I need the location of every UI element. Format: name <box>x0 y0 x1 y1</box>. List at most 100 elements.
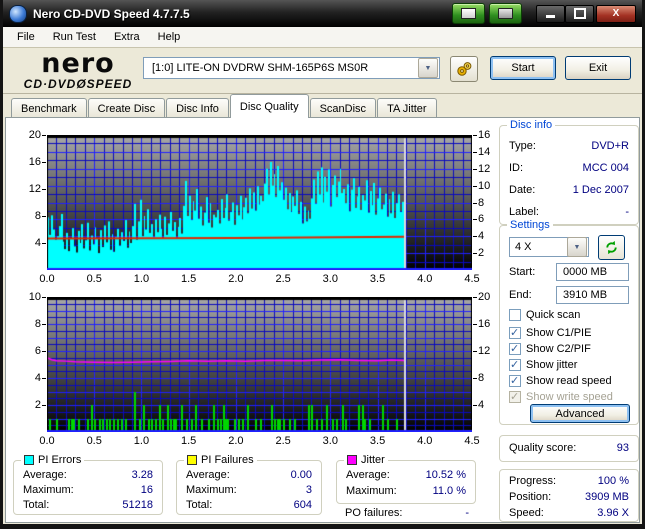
refresh-button[interactable] <box>598 235 625 260</box>
jitter-title: Jitter <box>361 454 385 466</box>
tab-disc-info[interactable]: Disc Info <box>166 98 229 118</box>
maximize-button[interactable] <box>565 4 594 23</box>
axis-tick <box>473 168 477 170</box>
disc-date-value: 1 Dec 2007 <box>572 184 629 196</box>
axis-tick <box>42 243 46 244</box>
axis-tick-label: 0.5 <box>86 273 102 285</box>
axis-tick <box>473 219 477 221</box>
axis-tick <box>473 324 477 325</box>
menu-run-test[interactable]: Run Test <box>45 29 104 45</box>
axis-tick-label: 4 <box>34 372 41 384</box>
axis-tick-label: 4 <box>34 237 41 249</box>
stat-label: Maximum: <box>346 485 397 497</box>
checkbox-icon <box>509 342 521 355</box>
pi-errors-title: PI Errors <box>38 454 82 466</box>
checkbox-show-write-speed: Show write speed <box>509 390 613 404</box>
menu-extra[interactable]: Extra <box>106 29 148 45</box>
axis-tick-label: 8 <box>34 318 41 330</box>
stat-value: 604 <box>293 499 312 511</box>
quality-score-box: Quality score: 93 <box>499 435 639 462</box>
stat-label: Maximum: <box>23 484 74 496</box>
capture-window-button[interactable] <box>452 3 485 24</box>
checkbox-show-c2-pif[interactable]: Show C2/PIF <box>509 342 591 356</box>
tab-create-disc[interactable]: Create Disc <box>87 98 166 118</box>
app-window: Nero CD-DVD Speed 4.7.7.5 X File Run Tes… <box>0 0 645 529</box>
close-button[interactable]: X <box>596 4 636 23</box>
axis-tick <box>473 405 477 406</box>
tab-strip: Benchmark Create Disc Disc Info Disc Qua… <box>3 94 642 118</box>
axis-tick-label: 2 <box>34 399 41 411</box>
axis-tick-label: 3.0 <box>322 273 338 285</box>
axis-tick <box>473 151 477 153</box>
scan-speed-value: 4 X <box>515 241 532 253</box>
checkbox-show-c1-pie[interactable]: Show C1/PIE <box>509 326 591 340</box>
disc-label-value: - <box>625 206 629 218</box>
axis-tick-label: 8 <box>34 210 41 222</box>
save-disk-icon <box>498 8 513 19</box>
axis-tick-label: 0.5 <box>86 435 102 447</box>
checkbox-icon <box>509 374 521 387</box>
pi-errors-stats-box: PI Errors Average: 3.28 Maximum: 16 Total:… <box>13 454 163 515</box>
tab-scandisc[interactable]: ScanDisc <box>309 98 377 118</box>
end-mb-input[interactable] <box>556 286 629 304</box>
checkbox-icon <box>509 358 521 371</box>
stat-value: 11.0 % <box>432 485 466 497</box>
scan-speed-dropdown[interactable]: 4 X ▼ <box>509 237 589 257</box>
chevron-down-icon[interactable]: ▼ <box>567 237 587 257</box>
axis-tick <box>42 324 46 325</box>
axis-tick-label: 10 <box>28 291 41 303</box>
menu-help[interactable]: Help <box>150 29 189 45</box>
start-mb-input[interactable] <box>556 263 629 281</box>
pi-failures-jitter-chart <box>47 297 472 432</box>
menu-bar: File Run Test Extra Help <box>3 27 642 48</box>
app-icon <box>9 4 27 23</box>
advanced-button[interactable]: Advanced <box>530 404 630 423</box>
tab-ta-jitter[interactable]: TA Jitter <box>377 98 437 118</box>
options-button[interactable] <box>450 56 478 82</box>
stat-label: Total: <box>23 499 50 511</box>
disc-info-title: Disc info <box>507 119 556 131</box>
axis-tick-label: 3.5 <box>369 273 386 285</box>
disc-type-value: DVD+R <box>591 140 629 152</box>
pi-failures-title: PI Failures <box>201 454 254 466</box>
position-value: 3909 MB <box>584 491 629 503</box>
stat-label: Average: <box>346 469 390 481</box>
chevron-down-icon[interactable]: ▼ <box>418 58 438 78</box>
axis-tick <box>473 378 477 379</box>
checkbox-quick-scan[interactable]: Quick scan <box>509 308 580 322</box>
axis-tick-label: 3.5 <box>369 435 386 447</box>
quality-score-label: Quality score: <box>509 442 577 454</box>
pi-errors-swatch <box>24 455 34 465</box>
jitter-stats-box: Jitter Average: 10.52 % Maximum: 11.0 % <box>336 454 476 504</box>
save-results-button[interactable] <box>489 3 522 24</box>
title-bar[interactable]: Nero CD-DVD Speed 4.7.7.5 X <box>3 0 642 27</box>
settings-title: Settings <box>507 219 553 231</box>
drive-select-dropdown[interactable]: [1:0] LITE-ON DVDRW SHM-165P6S MS0R ▼ <box>143 57 440 79</box>
disc-quality-page: 4 8 12 16 20 2 4 6 8 10 12 14 16 0.0 0.5 1.0 1.5 2.0 2.5 3.… <box>5 117 640 523</box>
stat-value: 16 <box>140 484 153 496</box>
checkbox-show-read-speed[interactable]: Show read speed <box>509 374 612 388</box>
tab-benchmark[interactable]: Benchmark <box>11 98 87 118</box>
stat-value: 3 <box>305 484 312 496</box>
minimize-button[interactable] <box>536 4 565 23</box>
progress-value: 100 % <box>597 475 629 487</box>
axis-tick-label: 20 <box>28 129 41 141</box>
progress-label: Progress: <box>509 475 557 487</box>
disc-label-label: Label: <box>509 206 539 218</box>
checkbox-show-jitter[interactable]: Show jitter <box>509 358 577 372</box>
axis-tick-label: 1.5 <box>181 435 197 447</box>
exit-button[interactable]: Exit <box>565 56 631 80</box>
tab-disc-quality[interactable]: Disc Quality <box>229 94 309 118</box>
axis-tick <box>473 351 477 352</box>
stat-value: 51218 <box>122 499 153 511</box>
stat-value: 3.28 <box>131 469 153 481</box>
capture-window-icon <box>461 8 476 19</box>
axis-tick <box>42 297 46 298</box>
menu-file[interactable]: File <box>9 29 43 45</box>
position-label: Position: <box>509 491 552 503</box>
drive-name: [1:0] LITE-ON DVDRW SHM-165P6S MS0R <box>152 62 369 74</box>
start-button[interactable]: Start <box>490 56 556 80</box>
disc-date-label: Date: <box>509 184 536 196</box>
stat-value: 10.52 % <box>425 469 466 481</box>
axis-tick <box>473 297 477 298</box>
